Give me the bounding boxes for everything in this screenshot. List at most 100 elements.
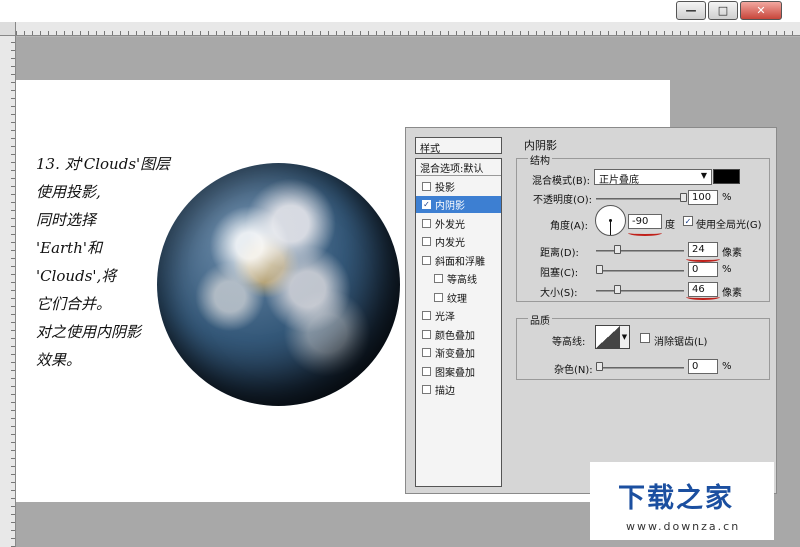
style-item-bevel-emboss[interactable]: 斜面和浮雕: [416, 252, 501, 269]
panel-title: 内阴影: [524, 139, 557, 152]
structure-group-label: 结构: [528, 152, 552, 167]
distance-slider[interactable]: [596, 245, 684, 254]
choke-slider-thumb[interactable]: [596, 265, 603, 274]
blending-options-default[interactable]: 混合选项:默认: [416, 159, 501, 176]
style-item-outer-glow[interactable]: 外发光: [416, 215, 501, 232]
maximize-button[interactable]: □: [708, 1, 738, 20]
style-item-label: 内发光: [435, 238, 465, 249]
size-label: 大小(S):: [540, 288, 578, 299]
style-item-contour[interactable]: 等高线: [416, 270, 501, 287]
antialias-checkbox[interactable]: [640, 333, 650, 343]
checkbox[interactable]: [422, 237, 431, 246]
checkbox[interactable]: [422, 348, 431, 357]
checkbox[interactable]: [422, 330, 431, 339]
blend-mode-value: 正片叠底: [599, 175, 639, 186]
ruler-corner[interactable]: [0, 22, 16, 36]
style-item-label: 斜面和浮雕: [435, 257, 485, 268]
style-item-label: 渐变叠加: [435, 349, 475, 360]
opacity-label: 不透明度(O):: [533, 195, 593, 206]
checkbox[interactable]: [422, 367, 431, 376]
style-item-color-overlay[interactable]: 颜色叠加: [416, 326, 501, 343]
checkbox[interactable]: [434, 274, 443, 283]
checkbox[interactable]: [422, 182, 431, 191]
noise-input[interactable]: 0: [688, 359, 718, 374]
choke-label: 阻塞(C):: [540, 268, 579, 279]
minimize-button[interactable]: —: [676, 1, 706, 20]
style-item-drop-shadow[interactable]: 投影: [416, 178, 501, 195]
distance-slider-thumb[interactable]: [614, 245, 621, 254]
distance-unit: 像素: [722, 248, 742, 259]
watermark-text: 下载之家: [618, 483, 734, 514]
contour-label: 等高线:: [552, 337, 586, 348]
angle-unit: 度: [665, 220, 675, 231]
checkbox[interactable]: [422, 256, 431, 265]
style-item-label: 外发光: [435, 220, 465, 231]
opacity-input[interactable]: 100: [688, 190, 718, 205]
choke-slider[interactable]: [596, 265, 684, 274]
noise-slider[interactable]: [596, 362, 684, 371]
opacity-slider[interactable]: [596, 193, 687, 202]
window-controls: — □ ✕: [676, 1, 782, 20]
blend-mode-label: 混合模式(B):: [532, 176, 591, 187]
checkbox[interactable]: [422, 311, 431, 320]
style-item-texture[interactable]: 纹理: [416, 289, 501, 306]
antialias-label: 消除锯齿(L): [654, 337, 708, 348]
dial-needle: [610, 221, 611, 235]
style-item-label: 投影: [435, 183, 455, 194]
angle-input[interactable]: -90: [628, 214, 662, 229]
style-item-label: 纹理: [447, 294, 467, 305]
style-item-label: 图案叠加: [435, 368, 475, 379]
maximize-icon: □: [717, 4, 729, 17]
red-annotation-underline: [686, 294, 720, 300]
chevron-down-icon[interactable]: ▼: [620, 325, 630, 349]
distance-input[interactable]: 24: [688, 242, 718, 257]
close-icon: ✕: [756, 4, 766, 17]
noise-slider-thumb[interactable]: [596, 362, 603, 371]
vertical-ruler[interactable]: [0, 36, 16, 547]
style-item-satin[interactable]: 光泽: [416, 307, 501, 324]
styles-header[interactable]: 样式: [415, 137, 502, 155]
quality-group-label: 品质: [528, 312, 552, 327]
note-line: 使用投影,: [36, 183, 101, 201]
watermark-url: www.downza.cn: [626, 520, 741, 533]
note-line: 效果。: [36, 351, 82, 369]
red-annotation-underline: [628, 230, 662, 236]
checkbox[interactable]: [434, 293, 443, 302]
opacity-slider-thumb[interactable]: [680, 193, 687, 202]
style-item-label: 内阴影: [435, 201, 465, 212]
styles-list: 混合选项:默认 投影 ✓ 内阴影 外发光 内发光 斜面和浮雕 等高线 纹理 光泽 …: [415, 158, 502, 487]
layer-style-dialog: 样式 混合选项:默认 投影 ✓ 内阴影 外发光 内发光 斜面和浮雕 等高线 纹理 …: [405, 127, 777, 494]
note-line: 13. 对'Clouds'图层: [36, 155, 171, 173]
checkbox[interactable]: [422, 385, 431, 394]
choke-input[interactable]: 0: [688, 262, 718, 277]
size-unit: 像素: [722, 288, 742, 299]
blend-mode-select[interactable]: 正片叠底 ▼: [594, 169, 712, 186]
style-item-stroke[interactable]: 描边: [416, 381, 501, 398]
shadow-color-swatch[interactable]: [713, 169, 740, 184]
note-line: 同时选择: [36, 211, 97, 229]
size-slider[interactable]: [596, 285, 684, 294]
style-item-gradient-overlay[interactable]: 渐变叠加: [416, 344, 501, 361]
style-item-label: 光泽: [435, 312, 455, 323]
contour-preview[interactable]: [595, 325, 621, 349]
style-item-pattern-overlay[interactable]: 图案叠加: [416, 363, 501, 380]
angle-dial[interactable]: [595, 205, 626, 236]
checkbox[interactable]: [422, 219, 431, 228]
chevron-down-icon: ▼: [700, 171, 707, 180]
style-item-label: 等高线: [447, 275, 477, 286]
distance-label: 距离(D):: [540, 248, 579, 259]
noise-label: 杂色(N):: [554, 365, 593, 376]
global-light-label: 使用全局光(G): [696, 220, 762, 231]
noise-unit: %: [722, 361, 732, 372]
global-light-checkbox[interactable]: ✓: [683, 216, 693, 226]
style-item-inner-glow[interactable]: 内发光: [416, 233, 501, 250]
horizontal-ruler[interactable]: [16, 22, 800, 36]
close-button[interactable]: ✕: [740, 1, 782, 20]
size-slider-thumb[interactable]: [614, 285, 621, 294]
window-titlebar: — □ ✕: [0, 0, 800, 22]
earth-globe-image: [157, 163, 400, 406]
style-item-label: 颜色叠加: [435, 331, 475, 342]
style-item-inner-shadow[interactable]: ✓ 内阴影: [416, 196, 501, 213]
checkbox-checked[interactable]: ✓: [422, 200, 431, 209]
opacity-unit: %: [722, 192, 732, 203]
